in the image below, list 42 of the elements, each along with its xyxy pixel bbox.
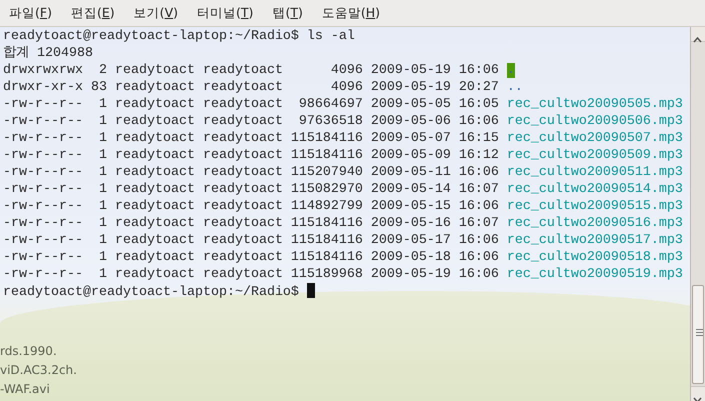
listing-details: -rw-r--r-- 1 readytoact readytoact 115184116 2009-05-09 16:12: [3, 148, 499, 163]
desktop-icon-label: -WAF.avi: [0, 381, 51, 398]
file-name: rec_cultwo20090509.mp3: [506, 148, 683, 163]
file-name: rec_cultwo20090505.mp3: [506, 97, 683, 112]
scrollbar-thumb[interactable]: [692, 285, 704, 384]
file-name: rec_cultwo20090517.mp3: [506, 233, 683, 248]
listing-details: -rw-r--r-- 1 readytoact readytoact 115207940 2009-05-11 16:06: [3, 165, 499, 180]
listing-details: drwxr-xr-x 83 readytoact readytoact 4096 2009-05-19 20:27: [3, 80, 499, 95]
listing-details: -rw-r--r-- 1 readytoact readytoact 115189968 2009-05-19 16:06: [3, 267, 499, 282]
menu-item[interactable]: 편집(E): [70, 1, 123, 25]
file-name: rec_cultwo20090507.mp3: [506, 131, 683, 146]
listing-details: -rw-r--r-- 1 readytoact readytoact 115184116 2009-05-16 16:07: [3, 216, 499, 231]
file-name: .: [506, 63, 515, 78]
file-name: rec_cultwo20090519.mp3: [506, 267, 683, 282]
listing-details: drwxrwxrwx 2 readytoact readytoact 4096 2009-05-19 16:06: [3, 63, 499, 78]
desktop-icon-label: rds.1990.: [0, 343, 58, 360]
file-name: rec_cultwo20090514.mp3: [506, 182, 683, 197]
listing-details: -rw-r--r-- 1 readytoact readytoact 97636518 2009-05-06 16:06: [3, 114, 499, 129]
listing-details: -rw-r--r-- 1 readytoact readytoact 115082970 2009-05-14 16:07: [3, 182, 499, 197]
grip-icon: [696, 328, 703, 337]
file-name: ..: [506, 80, 523, 95]
menu-item[interactable]: 파일(F): [9, 1, 60, 25]
listing-details: -rw-r--r-- 1 readytoact readytoact 115184116 2009-05-18 16:06: [3, 250, 499, 265]
listing-details: -rw-r--r-- 1 readytoact readytoact 98664697 2009-05-05 16:05: [3, 97, 499, 112]
menu-item[interactable]: 탭(T): [272, 1, 311, 25]
file-name: rec_cultwo20090518.mp3: [506, 250, 683, 265]
scrollbar[interactable]: [690, 27, 705, 401]
file-name: rec_cultwo20090516.mp3: [506, 216, 683, 231]
prompt: readytoact@readytoact-laptop:~/Radio$: [3, 285, 299, 300]
file-name: rec_cultwo20090511.mp3: [506, 165, 683, 180]
text-cursor: [306, 283, 315, 298]
desktop-icon-label: viD.AC3.2ch.: [0, 362, 77, 379]
menu-item[interactable]: 보기(V): [134, 1, 186, 25]
menu-item[interactable]: 터미널(T): [197, 1, 262, 25]
total-line: 합계 1204988: [3, 46, 93, 61]
file-name: rec_cultwo20090515.mp3: [506, 199, 683, 214]
menu-item[interactable]: 도움말(H): [322, 1, 388, 25]
listing-details: -rw-r--r-- 1 readytoact readytoact 114892799 2009-05-15 16:06: [3, 199, 499, 214]
file-name: rec_cultwo20090506.mp3: [506, 114, 683, 129]
listing-details: -rw-r--r-- 1 readytoact readytoact 115184116 2009-05-07 16:15: [3, 131, 499, 146]
command-line: readytoact@readytoact-laptop:~/Radio$ ls -al: [3, 29, 355, 44]
listing-details: -rw-r--r-- 1 readytoact readytoact 115184116 2009-05-17 16:06: [3, 233, 499, 248]
